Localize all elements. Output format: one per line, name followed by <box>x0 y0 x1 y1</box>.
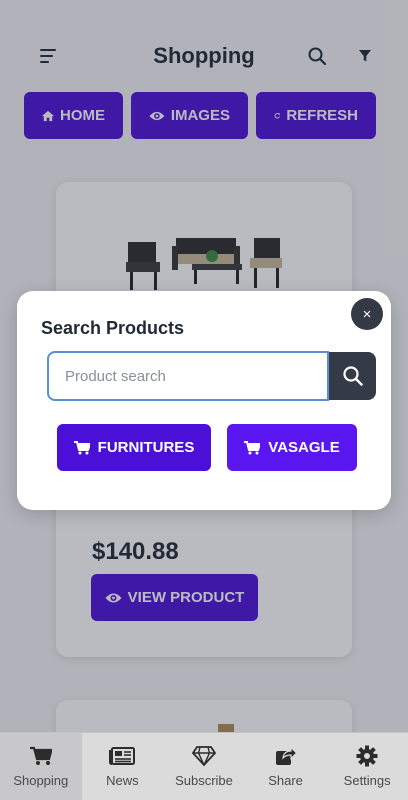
bottom-nav-shopping[interactable]: Shopping <box>0 733 82 800</box>
close-icon: × <box>362 305 372 323</box>
dialog-title: Search Products <box>41 318 185 338</box>
gear-icon <box>356 745 378 767</box>
category-label: FURNITURES <box>97 439 195 456</box>
bottom-nav-subscribe[interactable]: Subscribe <box>163 733 245 800</box>
category-label: VASAGLE <box>268 439 340 456</box>
bottom-nav-settings[interactable]: Settings <box>326 733 408 800</box>
search-products-dialog: Search Products × FURNITURES VASAGLE <box>17 291 391 510</box>
bottom-nav-share[interactable]: Share <box>245 733 327 800</box>
share-icon <box>275 745 297 767</box>
search-row <box>47 351 376 401</box>
search-icon <box>342 366 363 386</box>
close-button[interactable]: × <box>351 298 383 330</box>
bottom-nav-news[interactable]: News <box>82 733 164 800</box>
cart-icon <box>29 745 52 767</box>
category-furnitures-button[interactable]: FURNITURES <box>57 424 211 471</box>
bottom-nav-label: News <box>106 773 139 788</box>
category-buttons: FURNITURES VASAGLE <box>57 424 357 471</box>
search-input[interactable] <box>47 351 329 401</box>
diamond-icon <box>191 745 216 767</box>
category-vasagle-button[interactable]: VASAGLE <box>227 424 357 471</box>
cart-icon <box>244 440 261 454</box>
bottom-nav-label: Subscribe <box>175 773 233 788</box>
bottom-nav: Shopping News Subscribe Share Settings <box>0 732 408 800</box>
bottom-nav-label: Settings <box>343 773 391 788</box>
cart-icon <box>73 440 90 454</box>
newspaper-icon <box>109 745 136 767</box>
search-submit-button[interactable] <box>329 352 376 400</box>
bottom-nav-label: Share <box>268 773 303 788</box>
bottom-nav-label: Shopping <box>13 773 69 788</box>
